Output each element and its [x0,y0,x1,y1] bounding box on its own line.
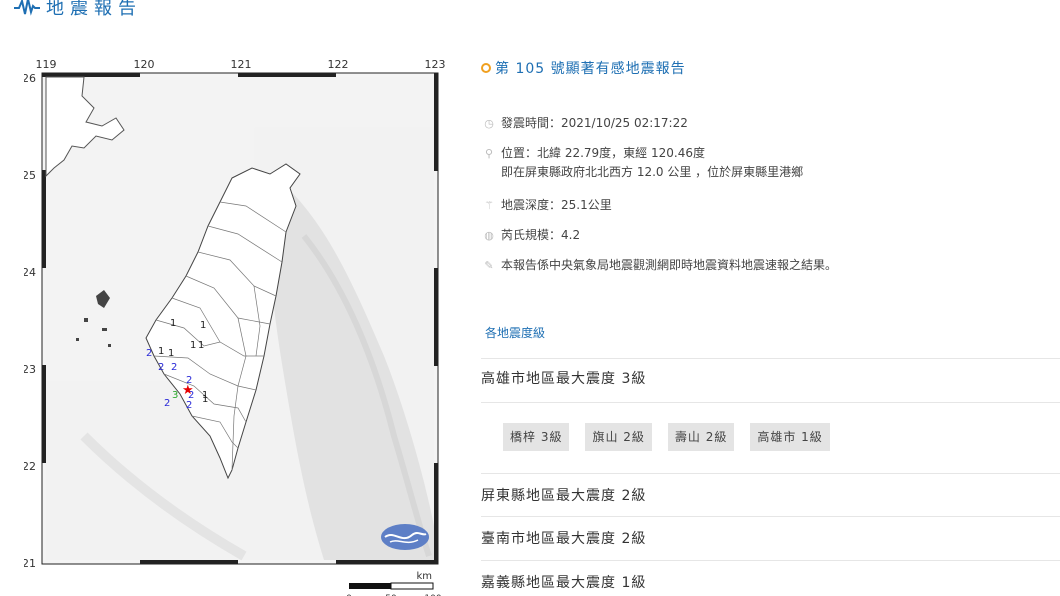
intensity-mark: 2 [164,398,170,409]
intensity-mark: 1 [200,320,206,331]
station-tag: 橋梓 3級 [503,423,570,451]
lat-tick: 21 [24,557,36,570]
cwb-logo-icon [381,524,429,550]
lon-tick: 120 [134,58,155,71]
pin-icon: ⚲ [484,147,494,160]
epicenter-star-icon: ★ [182,383,194,398]
lon-tick: 121 [231,58,252,71]
report-note: ✎ 本報告係中央氣象局地震觀測網即時地震資料地震速報之結果。 [481,256,837,275]
lat-tick: 22 [24,460,36,473]
region-row[interactable]: 臺南市地區最大震度 2級 [481,517,1060,561]
lat-tick: 24 [24,266,36,279]
depth-icon: ⚚ [484,199,494,212]
intensity-mark: 1 [170,318,176,329]
magnitude: ◍ 芮氏規模：4.2 [481,226,580,245]
intensity-mark: 2 [171,362,177,373]
origin-time: ◷ 發震時間：2021/10/25 02:17:22 [481,114,688,133]
intensity-mark: 1 [190,340,196,351]
intensity-mark: 2 [158,362,164,373]
region-row[interactable]: 高雄市地區最大震度 3級 [481,358,1060,403]
ring-icon [481,63,491,73]
report-title: 第 105 號顯著有感地震報告 [481,58,1060,78]
station-tag: 壽山 2級 [667,423,735,451]
lon-tick: 123 [425,58,446,71]
svg-text:km: km [416,571,432,582]
region-row[interactable]: 屏東縣地區最大震度 2級 [481,473,1060,517]
scale-bar: km 0 50 100 [346,571,442,596]
page-title: 地震報告 [46,0,142,19]
lat-tick: 23 [24,363,36,376]
intensity-mark: 1 [198,340,204,351]
intensity-section-label: 各地震度級 [485,326,546,340]
intensity-mark: 1 [168,348,174,359]
seismic-wave-icon [14,0,40,16]
lon-tick: 122 [328,58,349,71]
clock-icon: ◷ [484,117,494,130]
intensity-mark: 1 [202,394,208,405]
station-tag: 高雄市 1級 [750,423,830,451]
region-row[interactable]: 嘉義縣地區最大震度 1級 [481,561,1060,596]
intensity-mark: 2 [146,348,152,359]
station-tag: 旗山 2級 [585,423,652,451]
pencil-icon: ✎ [484,259,494,272]
location: ⚲ 位置：北緯 22.79度，東經 120.46度 即在屏東縣政府北北西方 12… [481,144,803,182]
intensity-mark: 2 [186,400,192,411]
lat-tick: 26 [24,72,36,85]
depth: ⚚ 地震深度：25.1公里 [481,196,612,215]
intensity-mark: 3 [172,390,178,401]
magnitude-icon: ◍ [484,229,494,242]
intensity-mark: 1 [158,346,164,357]
report-info: 第 105 號顯著有感地震報告 ◷ 發震時間：2021/10/25 02:17:… [481,58,1060,591]
lon-tick: 119 [36,58,57,71]
station-list: 橋梓 3級 旗山 2級 壽山 2級 高雄市 1級 [503,423,830,451]
earthquake-map: 119 120 121 122 123 26 25 24 23 22 21 1 … [24,56,454,596]
lat-tick: 25 [24,169,36,182]
page-header: 地震報告 [14,0,142,20]
